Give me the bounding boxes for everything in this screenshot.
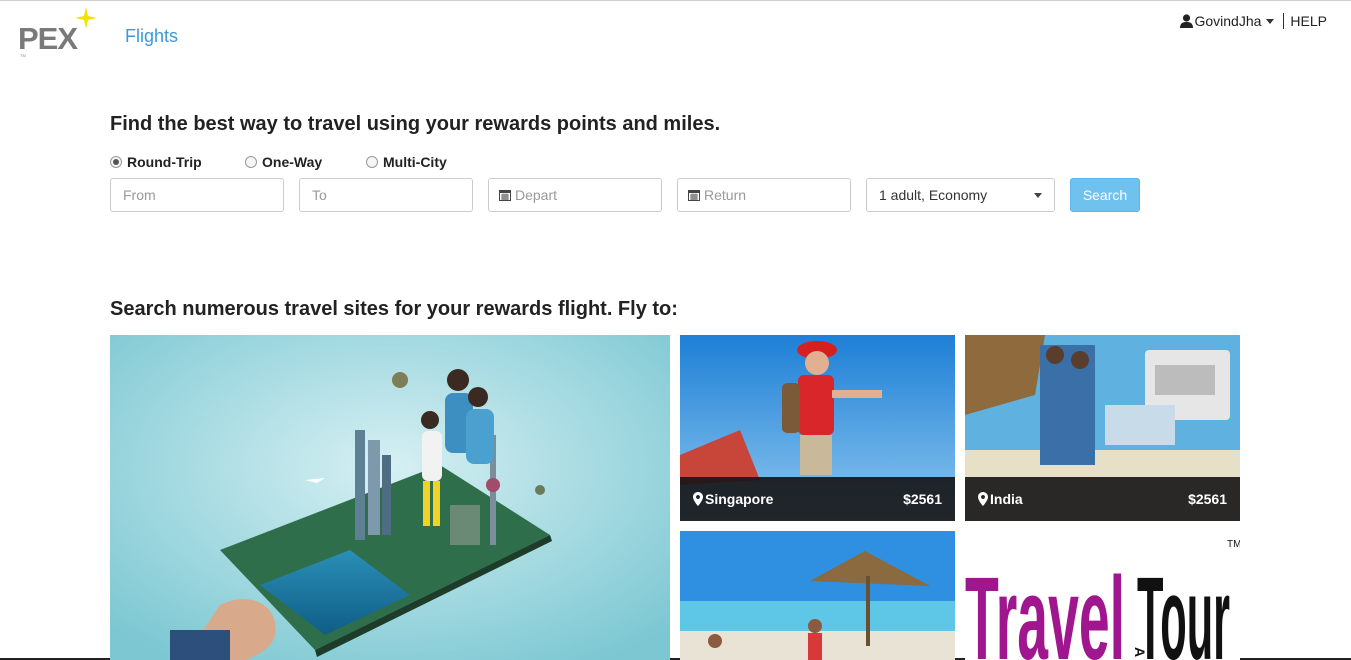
search-headline: Find the best way to travel using your r… — [110, 113, 721, 135]
svg-text:Travel: Travel — [965, 553, 1125, 660]
to-field — [299, 178, 473, 212]
map-pin-icon — [693, 492, 703, 506]
destination-tile-india[interactable]: India $2561 — [965, 335, 1240, 521]
tile-caption: India $2561 — [965, 477, 1240, 521]
user-menu-dropdown[interactable]: GovindJha — [1180, 13, 1275, 29]
chevron-down-icon — [1034, 192, 1042, 198]
depart-field — [488, 178, 662, 212]
passengers-value: 1 adult, Economy — [879, 187, 988, 203]
destination-price: $2561 — [1188, 491, 1227, 507]
return-field — [677, 178, 851, 212]
to-input[interactable] — [300, 179, 472, 211]
destinations-title: Search numerous travel sites for your re… — [110, 298, 678, 320]
radio-multi-city[interactable] — [366, 156, 378, 168]
trip-type-one-way[interactable]: One-Way — [245, 154, 366, 170]
destination-price: $2561 — [903, 491, 942, 507]
hero-destination-tile[interactable] — [110, 335, 670, 660]
return-input[interactable] — [700, 179, 850, 211]
trip-type-label: One-Way — [262, 154, 323, 170]
destination-tile-beach[interactable] — [680, 531, 955, 660]
passengers-select[interactable]: 1 adult, Economy — [866, 178, 1055, 212]
user-name: GovindJha — [1194, 13, 1262, 29]
user-icon — [1180, 14, 1194, 28]
svg-text:Tour: Tour — [1137, 553, 1230, 660]
star-icon — [75, 7, 97, 29]
trip-type-group: Round-Trip One-Way Multi-City — [110, 154, 447, 170]
svg-text:TM: TM — [1227, 539, 1240, 550]
calendar-icon — [499, 190, 511, 201]
nav-flights-link[interactable]: Flights — [125, 26, 178, 47]
hero-image — [110, 335, 670, 660]
trip-type-label: Multi-City — [383, 154, 447, 170]
destination-city: Singapore — [705, 491, 774, 507]
from-input[interactable] — [111, 179, 283, 211]
travel-and-tour-logo: Travel AND Tour TM — [965, 539, 1240, 660]
from-field — [110, 178, 284, 212]
map-pin-icon — [978, 492, 988, 506]
destination-city: India — [990, 491, 1023, 507]
depart-input[interactable] — [511, 179, 661, 211]
travel-and-tour-promo[interactable]: Travel AND Tour TM — [965, 531, 1240, 660]
trip-type-round-trip[interactable]: Round-Trip — [110, 154, 245, 170]
user-area: GovindJha HELP — [1180, 13, 1327, 29]
trip-type-multi-city[interactable]: Multi-City — [366, 154, 447, 170]
help-link[interactable]: HELP — [1290, 13, 1327, 29]
logo-text: PEX — [18, 21, 78, 56]
pex-logo[interactable]: PEX TM — [18, 7, 98, 61]
search-button[interactable]: Search — [1070, 178, 1140, 212]
trip-type-label: Round-Trip — [127, 154, 202, 170]
destination-tile-singapore[interactable]: Singapore $2561 — [680, 335, 955, 521]
calendar-icon — [688, 190, 700, 201]
beach-image — [680, 531, 955, 660]
chevron-down-icon — [1266, 19, 1275, 24]
tile-caption: Singapore $2561 — [680, 477, 955, 521]
divider — [1283, 13, 1285, 29]
svg-text:TM: TM — [20, 53, 26, 58]
radio-one-way[interactable] — [245, 156, 257, 168]
radio-round-trip[interactable] — [110, 156, 122, 168]
